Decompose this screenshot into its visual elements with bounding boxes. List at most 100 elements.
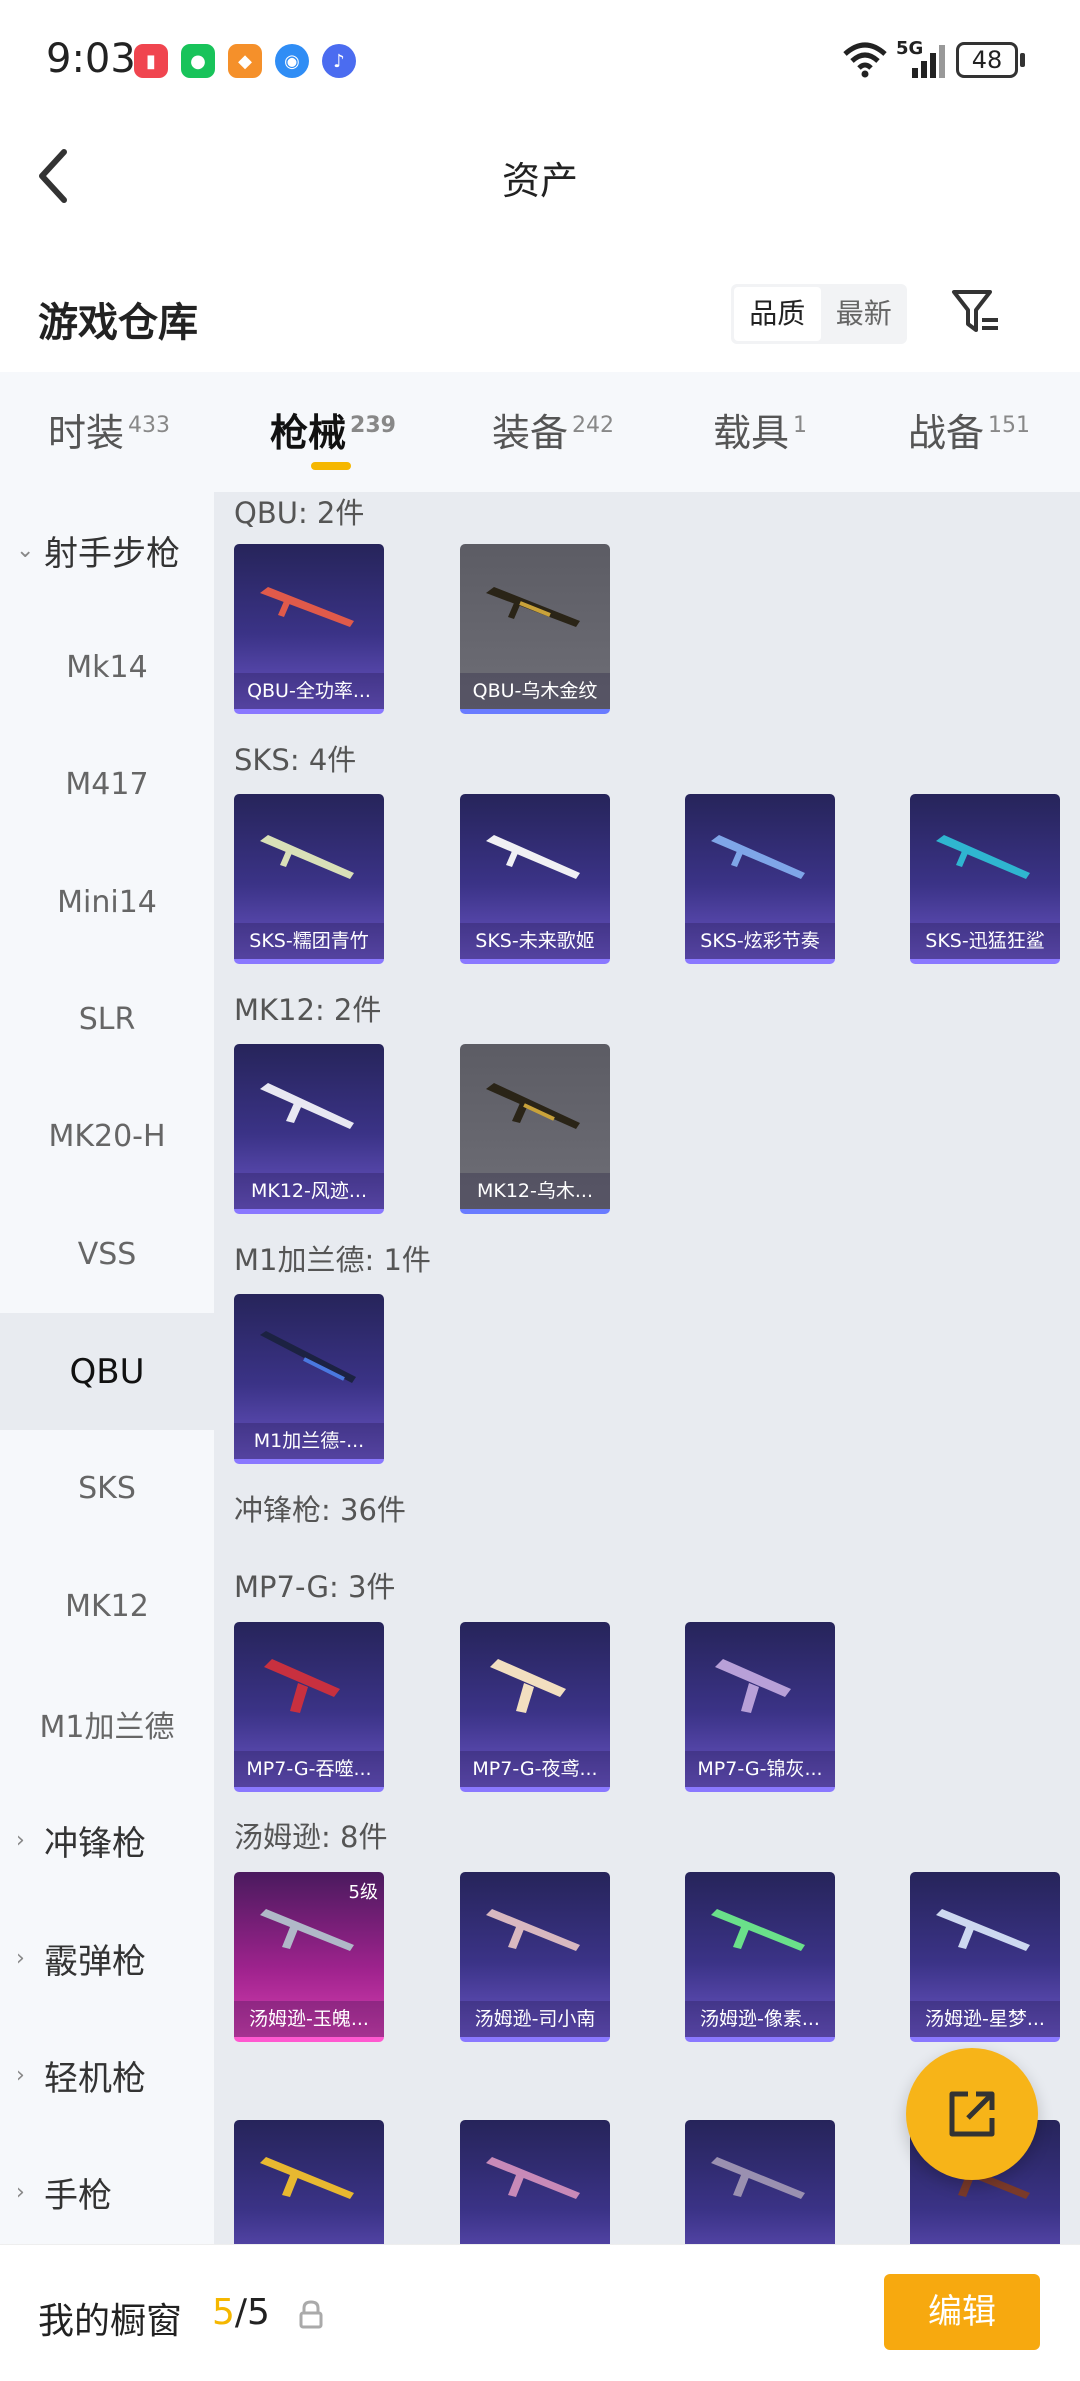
status-bar: 9:03 ▮ ● ◆ ◉ ♪ 5G 48 [0,0,1080,120]
tab-equipment[interactable]: 装备 242 [492,402,614,457]
sidebar-item-slr[interactable]: SLR [0,961,214,1078]
item-name: SKS-迅猛狂鲨 [910,923,1060,959]
rifle-icon [486,587,580,627]
tab-firearms[interactable]: 枪械 239 [270,402,396,457]
smg-icon [711,1909,805,1951]
item-card[interactable]: 5级 汤姆逊-玉魄... [234,1872,384,2042]
sidebar-item-mk20h[interactable]: MK20-H [0,1078,214,1195]
smg-icon [936,1909,1030,1951]
group-label-qbu: QBU: 2件 [234,496,365,530]
tab-label: 战备 [908,411,985,455]
item-name: QBU-乌木金纹 [460,673,610,709]
chevron-right-icon: › [16,2063,25,2088]
sidebar-item-marksman-rifles[interactable]: ⌄ 射手步枪 [0,492,214,609]
smg-icon [486,1909,580,1951]
sidebar: ⌄ 射手步枪 Mk14 M417 Mini14 SLR MK20-H VSS QB… [0,492,214,2244]
tab-supplies[interactable]: 战备 151 [908,402,1030,457]
item-grid: QBU: 2件 QBU-全功率... QBU-乌木金纹 SKS: 4件 SKS-… [214,492,1080,2244]
group-label-sks: SKS: 4件 [234,743,357,777]
sidebar-item-lmg[interactable]: › 轻机枪 [0,2017,214,2134]
tab-count: 1 [793,413,808,438]
sidebar-item-label: 霰弹枪 [44,1942,146,1982]
page-title: 资产 [501,159,578,203]
item-name: 汤姆逊-司小南 [460,2001,610,2037]
signal-icon [912,45,945,78]
item-card[interactable]: SKS-未来歌姬 [460,794,610,964]
tab-count: 151 [988,413,1031,438]
item-card[interactable]: SKS-糯团青竹 [234,794,384,964]
item-name: SKS-未来歌姬 [460,923,610,959]
tab-label: 时装 [48,411,125,455]
smg-icon [260,2157,354,2199]
item-card[interactable] [685,2120,835,2244]
sidebar-item-sks[interactable]: SKS [0,1430,214,1547]
item-card[interactable]: SKS-迅猛狂鲨 [910,794,1060,964]
sidebar-item-m1-garand[interactable]: M1加兰德 [0,1665,214,1782]
group-label-m1-garand: M1加兰德: 1件 [234,1243,431,1277]
sort-toggle: 品质 最新 [731,284,907,344]
sidebar-item-label: 轻机枪 [44,2059,146,2099]
item-card[interactable] [234,2120,384,2244]
shop-app-icon: ▮ [134,44,168,78]
tab-label: 载具 [713,411,790,455]
smg-icon [715,1659,791,1713]
tab-count: 242 [572,413,615,438]
sidebar-item-label: 手枪 [44,2176,112,2216]
item-card[interactable]: 汤姆逊-星梦... [910,1872,1060,2042]
item-card[interactable]: QBU-全功率... [234,544,384,714]
item-card[interactable]: MP7-G-夜鸢... [460,1622,610,1792]
rifle-icon [260,1083,354,1129]
rifle-icon [260,835,354,879]
sort-latest-button[interactable]: 最新 [821,284,908,344]
music-app-icon: ♪ [322,44,356,78]
tab-vehicles[interactable]: 载具 1 [713,402,807,457]
rifle-icon [260,587,354,627]
battery-icon: 48 [956,42,1018,78]
smg-icon [711,2157,805,2199]
item-card[interactable]: MK12-风迹... [234,1044,384,1214]
wifi-icon [843,42,887,78]
rifle-icon [486,835,580,879]
item-card[interactable]: MK12-乌木... [460,1044,610,1214]
sidebar-item-vss[interactable]: VSS [0,1196,214,1313]
smg-icon [486,2157,580,2199]
level-badge: 5级 [348,1882,378,1903]
sidebar-item-mk12[interactable]: MK12 [0,1548,214,1665]
item-card[interactable]: MP7-G-吞噬... [234,1622,384,1792]
item-card[interactable]: MP7-G-锦灰... [685,1622,835,1792]
chevron-right-icon: › [16,1946,25,1971]
sidebar-item-shotgun[interactable]: › 霰弹枪 [0,1900,214,2017]
edit-button[interactable]: 编辑 [884,2274,1040,2350]
lock-icon[interactable] [298,2300,324,2330]
sidebar-item-mk14[interactable]: Mk14 [0,609,214,726]
sort-quality-button[interactable]: 品质 [734,287,821,341]
smg-icon [264,1659,340,1713]
tab-fashion[interactable]: 时装 433 [48,402,170,457]
status-time: 9:03 [46,36,136,82]
item-name: MP7-G-夜鸢... [460,1751,610,1787]
chevron-right-icon: › [16,1828,25,1853]
sidebar-item-m417[interactable]: M417 [0,726,214,843]
item-card[interactable]: M1加兰德-... [234,1294,384,1464]
chevron-down-icon: ⌄ [16,538,35,563]
smg-icon [260,1909,354,1951]
tab-label: 枪械 [270,411,347,455]
item-name: MP7-G-吞噬... [234,1751,384,1787]
sidebar-item-smg[interactable]: › 冲锋枪 [0,1782,214,1899]
filter-icon[interactable] [950,286,1002,338]
showcase-count-total: /5 [234,2292,270,2333]
item-card[interactable]: 汤姆逊-像素... [685,1872,835,2042]
sidebar-item-qbu[interactable]: QBU [0,1313,214,1430]
item-card[interactable]: QBU-乌木金纹 [460,544,610,714]
game-app-icon: ◆ [228,44,262,78]
sidebar-item-pistol[interactable]: › 手枪 [0,2134,214,2251]
rifle-icon [711,835,805,879]
sidebar-item-mini14[interactable]: Mini14 [0,844,214,961]
item-card[interactable] [460,2120,610,2244]
item-card[interactable]: 汤姆逊-司小南 [460,1872,610,2042]
item-card[interactable]: SKS-炫彩节奏 [685,794,835,964]
active-tab-indicator [311,462,351,470]
group-label-thompson: 汤姆逊: 8件 [234,1820,388,1854]
showcase-count-current: 5 [212,2292,235,2333]
share-button[interactable] [906,2048,1038,2180]
